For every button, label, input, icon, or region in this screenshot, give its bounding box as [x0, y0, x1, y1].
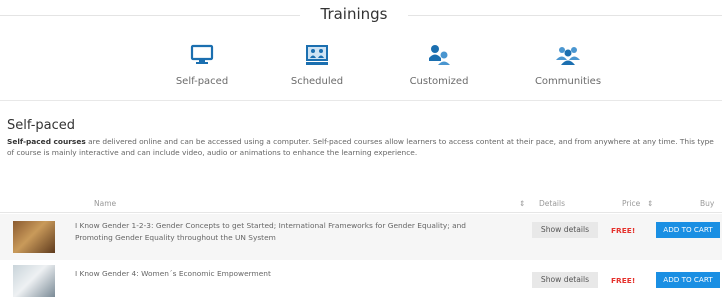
category-scheduled[interactable]: Scheduled: [262, 36, 372, 87]
description-text: are delivered online and can be accessed…: [7, 137, 714, 157]
add-to-cart-button[interactable]: ADD TO CART: [656, 272, 720, 288]
sort-icon[interactable]: ⇕: [519, 199, 525, 208]
sort-icon[interactable]: ⇕: [647, 199, 653, 208]
column-header-name[interactable]: Name: [94, 199, 116, 208]
category-communities[interactable]: Communities: [513, 36, 623, 87]
category-label: Scheduled: [290, 76, 344, 87]
header-divider-left: [0, 15, 300, 16]
category-self-paced[interactable]: Self-paced: [147, 36, 257, 87]
category-label: Self-paced: [175, 76, 229, 87]
course-price: FREE!: [611, 276, 636, 285]
course-price: FREE!: [611, 226, 636, 235]
monitor-icon: [190, 44, 214, 64]
course-thumbnail[interactable]: [13, 221, 55, 253]
show-details-button[interactable]: Show details: [532, 222, 598, 238]
category-label: Communities: [534, 76, 602, 87]
people-customize-icon: [429, 45, 450, 65]
column-header-price[interactable]: Price: [622, 199, 640, 208]
category-customized[interactable]: Customized: [384, 36, 494, 87]
page-title: Trainings: [320, 5, 388, 23]
course-name[interactable]: I Know Gender 1-2-3: Gender Concepts to …: [75, 220, 505, 244]
classroom-icon: [306, 45, 328, 65]
course-thumbnail[interactable]: [13, 265, 55, 297]
section-divider: [0, 100, 722, 101]
category-label: Customized: [409, 76, 469, 87]
description-emphasis: Self-paced courses: [7, 137, 86, 146]
add-to-cart-button[interactable]: ADD TO CART: [656, 222, 720, 238]
course-name[interactable]: I Know Gender 4: Women´s Economic Empowe…: [75, 268, 505, 280]
table-row: I Know Gender 4: Women´s Economic Empowe…: [0, 262, 722, 298]
section-description: Self-paced courses are delivered online …: [7, 136, 719, 158]
training-categories: Self-paced Scheduled Customized Communit…: [0, 36, 722, 101]
column-header-details: Details: [539, 199, 566, 208]
section-title: Self-paced: [7, 118, 76, 133]
page-header: Trainings: [0, 0, 722, 32]
show-details-button[interactable]: Show details: [532, 272, 598, 288]
column-header-buy: Buy: [700, 199, 715, 208]
table-row: I Know Gender 1-2-3: Gender Concepts to …: [0, 214, 722, 260]
table-header: Name ⇕ Details Price ⇕ Buy: [0, 192, 722, 213]
community-icon: [556, 47, 580, 65]
header-divider-right: [408, 15, 722, 16]
